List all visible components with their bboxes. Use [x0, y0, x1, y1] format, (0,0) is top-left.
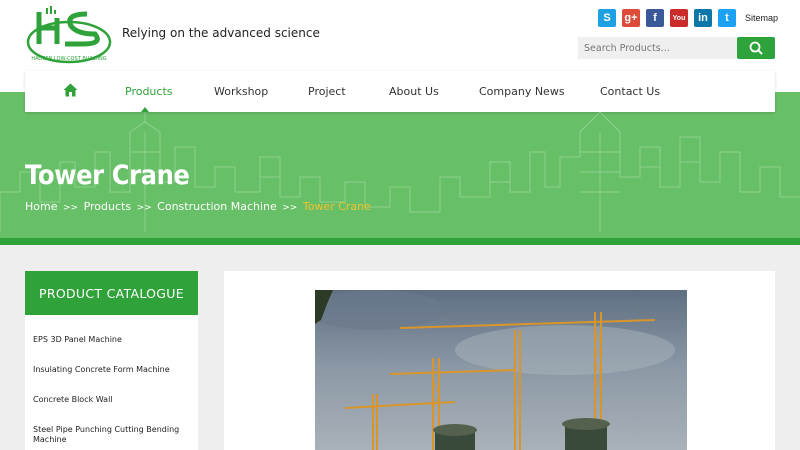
breadcrumb-home[interactable]: Home	[25, 200, 57, 213]
nav-contact-us[interactable]: Contact Us	[600, 85, 660, 98]
catalogue-item[interactable]: EPS 3D Panel Machine	[33, 335, 188, 345]
skype-icon[interactable]: S	[598, 9, 616, 27]
tower-crane-photo[interactable]	[315, 290, 687, 450]
main-navigation: Products Workshop Project About Us Compa…	[25, 71, 775, 112]
social-links: Sg+ f You in t	[598, 9, 736, 27]
hero-divider	[0, 238, 800, 245]
nav-about-us[interactable]: About Us	[389, 85, 439, 98]
breadcrumb-construction-machine[interactable]: Construction Machine	[157, 200, 277, 213]
nav-project[interactable]: Project	[308, 85, 346, 98]
facebook-icon[interactable]: f	[646, 9, 664, 27]
nav-products[interactable]: Products	[125, 85, 173, 98]
logo-text: HAOSEN LOW-COST BUILDING	[31, 56, 106, 62]
breadcrumb-current: Tower Crane	[302, 200, 371, 213]
youtube-icon[interactable]: You	[670, 9, 688, 27]
home-icon[interactable]	[63, 83, 78, 97]
nav-workshop[interactable]: Workshop	[214, 85, 268, 98]
search-input[interactable]	[578, 37, 737, 59]
sitemap-link[interactable]: Sitemap	[745, 13, 778, 23]
breadcrumb-separator: >>	[136, 203, 152, 213]
catalogue-item[interactable]: Steel Pipe Punching Cutting Bending Mach…	[33, 425, 188, 445]
breadcrumb-separator: >>	[282, 203, 298, 213]
catalogue-item[interactable]: Insulating Concrete Form Machine	[33, 365, 188, 375]
search-button[interactable]	[737, 37, 775, 59]
search-bar	[578, 37, 775, 59]
breadcrumb-separator: >>	[62, 203, 79, 213]
company-logo[interactable]: HAOSEN LOW-COST BUILDING	[25, 4, 113, 66]
nav-company-news[interactable]: Company News	[479, 85, 565, 98]
twitter-icon[interactable]: t	[718, 9, 736, 27]
page-title: Tower Crane	[25, 160, 190, 191]
breadcrumb-products[interactable]: Products	[84, 200, 132, 213]
product-content	[224, 271, 775, 450]
catalogue-heading: PRODUCT CATALOGUE	[25, 271, 198, 315]
search-icon	[749, 41, 763, 55]
linkedin-icon[interactable]: in	[694, 9, 712, 27]
breadcrumb: Home >> Products >> Construction Machine…	[25, 200, 371, 213]
product-catalogue-sidebar: PRODUCT CATALOGUE EPS 3D Panel Machine I…	[25, 271, 198, 450]
active-nav-indicator	[141, 107, 149, 112]
google-plus-icon[interactable]: g+	[622, 9, 640, 27]
tagline: Relying on the advanced science	[122, 26, 320, 40]
catalogue-item[interactable]: Concrete Block Wall	[33, 395, 188, 405]
